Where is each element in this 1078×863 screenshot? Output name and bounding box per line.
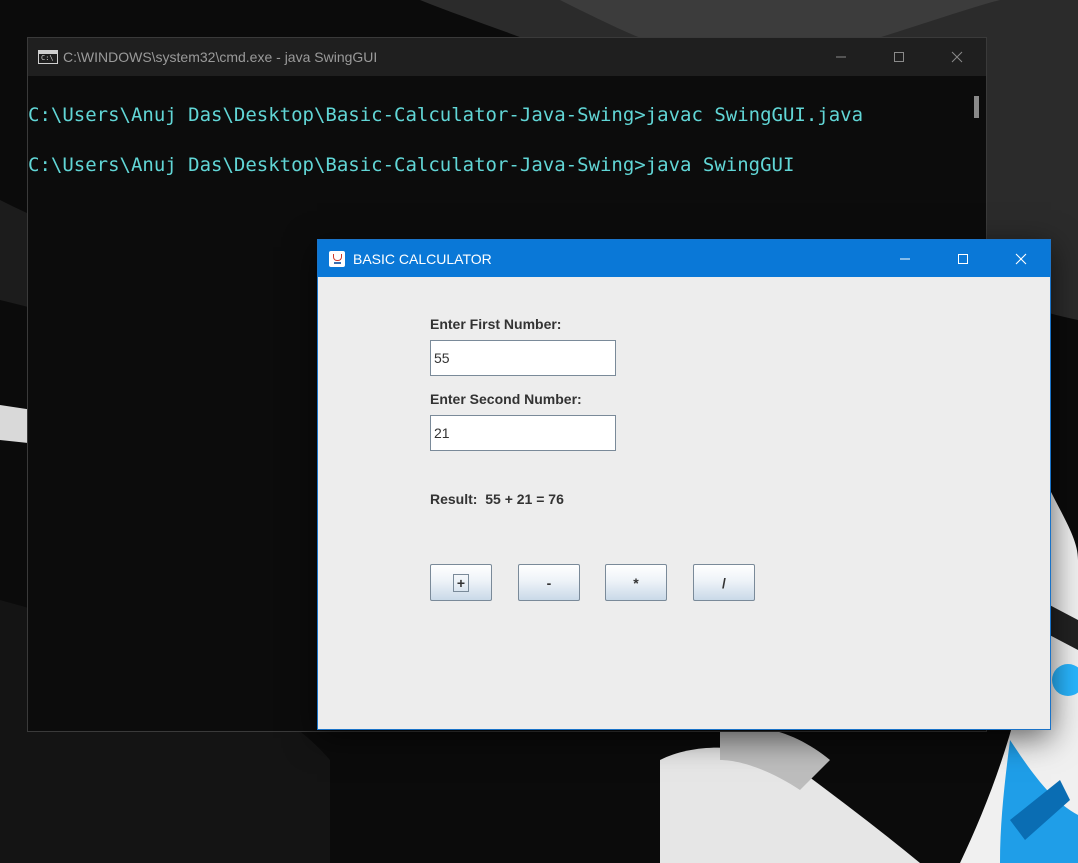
second-number-label: Enter Second Number: bbox=[430, 391, 582, 407]
multiply-button[interactable]: * bbox=[605, 564, 667, 601]
cmd-minimize-button[interactable] bbox=[812, 38, 870, 76]
multiply-button-label: * bbox=[633, 574, 639, 591]
calculator-maximize-button[interactable] bbox=[934, 240, 992, 277]
result-label: Result: 55 + 21 = 76 bbox=[430, 491, 564, 507]
close-icon bbox=[951, 51, 963, 63]
cmd-scrollbar-thumb[interactable] bbox=[974, 96, 979, 118]
subtract-button[interactable]: - bbox=[518, 564, 580, 601]
calculator-minimize-button[interactable] bbox=[876, 240, 934, 277]
cmd-close-button[interactable] bbox=[928, 38, 986, 76]
add-button[interactable]: + bbox=[430, 564, 492, 601]
calculator-titlebar[interactable]: BASIC CALCULATOR bbox=[318, 240, 1050, 277]
divide-button-label: / bbox=[722, 574, 726, 591]
maximize-icon bbox=[958, 253, 968, 264]
cmd-icon bbox=[38, 50, 58, 64]
console-line: C:\Users\Anuj Das\Desktop\Basic-Calculat… bbox=[28, 154, 795, 176]
java-icon bbox=[329, 250, 345, 267]
second-number-field[interactable] bbox=[430, 415, 616, 451]
calculator-close-button[interactable] bbox=[992, 240, 1050, 277]
divide-button[interactable]: / bbox=[693, 564, 755, 601]
subtract-button-label: - bbox=[546, 574, 552, 591]
cmd-titlebar[interactable]: C:\WINDOWS\system32\cmd.exe - java Swing… bbox=[28, 38, 986, 76]
console-line: C:\Users\Anuj Das\Desktop\Basic-Calculat… bbox=[28, 104, 864, 126]
cmd-maximize-button[interactable] bbox=[870, 38, 928, 76]
add-button-label: + bbox=[452, 573, 470, 592]
maximize-icon bbox=[894, 52, 904, 62]
minimize-icon bbox=[836, 56, 846, 58]
cmd-window-title: C:\WINDOWS\system32\cmd.exe - java Swing… bbox=[63, 49, 378, 65]
first-number-field[interactable] bbox=[430, 340, 616, 376]
calculator-content-panel: Enter First Number: Enter Second Number:… bbox=[318, 277, 1050, 729]
close-icon bbox=[1015, 253, 1027, 264]
first-number-label: Enter First Number: bbox=[430, 316, 562, 332]
calculator-window[interactable]: BASIC CALCULATOR Enter First Number: Ent… bbox=[317, 239, 1051, 730]
minimize-icon bbox=[900, 258, 910, 259]
calculator-window-title: BASIC CALCULATOR bbox=[353, 250, 492, 267]
